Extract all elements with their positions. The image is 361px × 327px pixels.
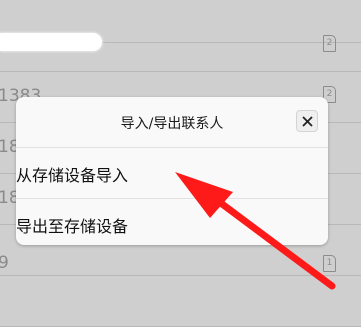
contact-number: 9 [0, 253, 9, 273]
sim-card-icon: 2 [323, 35, 336, 52]
contact-row[interactable] [0, 276, 361, 327]
import-from-storage-option[interactable]: 从存储设备导入 [16, 147, 328, 198]
option-label: 导出至存储设备 [16, 217, 129, 236]
dialog-header: 导入/导出联系人 [16, 97, 328, 147]
sim-card-icon: 1 [323, 255, 336, 272]
close-button[interactable] [296, 110, 318, 132]
close-icon [302, 116, 313, 127]
option-label: 从存储设备导入 [16, 166, 129, 185]
import-export-dialog: 导入/导出联系人 从存储设备导入 导出至存储设备 [16, 97, 328, 245]
dialog-title: 导入/导出联系人 [120, 116, 224, 132]
export-to-storage-option[interactable]: 导出至存储设备 [16, 198, 328, 245]
redaction-scribble [0, 33, 102, 51]
